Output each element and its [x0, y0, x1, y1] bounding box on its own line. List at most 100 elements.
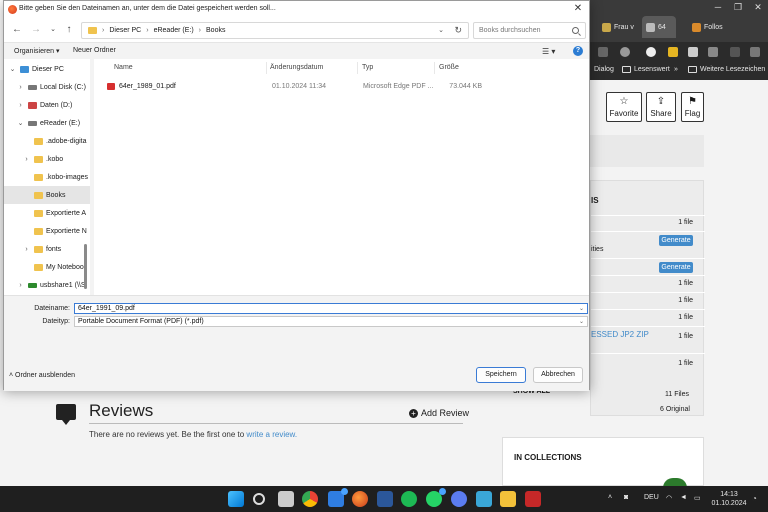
- up-icon[interactable]: ↑: [63, 24, 75, 36]
- extension-icon[interactable]: [708, 47, 718, 57]
- tree-item-folder[interactable]: › fonts: [4, 240, 90, 258]
- download-link[interactable]: ESSED JP2 ZIP: [591, 330, 649, 339]
- breadcrumb-separator-icon[interactable]: ›: [199, 27, 201, 34]
- download-row[interactable]: 1 file: [591, 275, 705, 292]
- tree-item-folder[interactable]: My Notebool: [4, 258, 90, 276]
- volume-icon[interactable]: ◄: [680, 494, 687, 501]
- tree-item-folder[interactable]: .adobe-digita: [4, 132, 90, 150]
- chevron-down-icon[interactable]: ⌄: [579, 318, 584, 325]
- messenger-icon[interactable]: [451, 491, 467, 507]
- chrome-icon[interactable]: [302, 491, 318, 507]
- column-header-date[interactable]: Änderungsdatum: [270, 64, 323, 71]
- tree-scrollbar[interactable]: [84, 244, 87, 289]
- extension-icon[interactable]: [668, 47, 678, 57]
- help-icon[interactable]: ?: [573, 46, 583, 56]
- search-icon[interactable]: [253, 493, 265, 505]
- breadcrumb-item[interactable]: eReader (E:): [154, 27, 194, 34]
- notepad-icon[interactable]: [476, 491, 492, 507]
- start-icon[interactable]: [228, 491, 244, 507]
- tree-item-books-selected[interactable]: Books: [4, 186, 90, 204]
- maximize-icon[interactable]: ❐: [728, 0, 748, 14]
- chevron-down-icon[interactable]: ⌄: [8, 65, 17, 73]
- filename-input[interactable]: 64er_1991_09.pdf ⌄: [74, 303, 588, 314]
- forward-icon[interactable]: →: [30, 24, 42, 36]
- tree-item-ereader[interactable]: ⌄ eReader (E:): [4, 114, 90, 132]
- column-divider[interactable]: [357, 62, 358, 74]
- view-options-icon[interactable]: ☰ ▾: [542, 47, 555, 56]
- browser-tab[interactable]: Frau v: [598, 16, 640, 38]
- whatsapp-icon[interactable]: [426, 488, 446, 507]
- more-icon[interactable]: [730, 47, 740, 57]
- chevron-up-icon[interactable]: ˄: [608, 494, 612, 501]
- browser-tab[interactable]: Follos: [688, 16, 728, 38]
- tree-item-folder[interactable]: Exportierte N: [4, 222, 90, 240]
- tree-item-folder[interactable]: .kobo-images: [4, 168, 90, 186]
- column-header-name[interactable]: Name: [114, 64, 133, 71]
- battery-icon[interactable]: ▭: [694, 494, 701, 502]
- chevron-right-icon[interactable]: ›: [16, 84, 25, 91]
- bookmark-folder-lesenswert[interactable]: Lesenswert: [622, 66, 670, 73]
- bookmark-dialog[interactable]: Dialog: [594, 66, 614, 73]
- save-button[interactable]: Speichern: [476, 367, 526, 383]
- download-row[interactable]: Generate ities: [591, 231, 705, 258]
- tree-item-folder[interactable]: › .kobo: [4, 150, 90, 168]
- download-row[interactable]: 1 file: [591, 215, 705, 231]
- task-view-icon[interactable]: [278, 491, 294, 507]
- breadcrumb-separator-icon[interactable]: ›: [102, 27, 104, 34]
- bookmarks-overflow-icon[interactable]: »: [674, 66, 678, 73]
- download-row[interactable]: 1 file: [591, 292, 705, 309]
- firefox-icon[interactable]: [352, 491, 368, 507]
- generate-button[interactable]: Generate: [659, 262, 693, 273]
- write-review-link[interactable]: write a review.: [246, 430, 297, 439]
- chevron-right-icon[interactable]: ›: [22, 246, 31, 253]
- chevron-down-icon[interactable]: ⌄: [438, 26, 444, 34]
- breadcrumb-separator-icon[interactable]: ›: [146, 27, 148, 34]
- close-icon[interactable]: ✕: [571, 2, 585, 16]
- tree-item-this-pc[interactable]: ⌄ Dieser PC: [4, 60, 90, 78]
- chevron-right-icon[interactable]: ›: [16, 102, 25, 109]
- chevron-down-icon[interactable]: ⌄: [579, 305, 584, 312]
- bookmark-folder-more[interactable]: Weitere Lesezeichen: [688, 66, 765, 73]
- file-explorer-icon[interactable]: [500, 491, 516, 507]
- tree-item-daten[interactable]: › Daten (D:): [4, 96, 90, 114]
- chevron-right-icon[interactable]: ›: [16, 282, 25, 289]
- back-icon[interactable]: ←: [11, 24, 23, 36]
- chevron-down-icon[interactable]: ⌄: [16, 119, 25, 127]
- new-folder-button[interactable]: Neuer Ordner: [73, 47, 116, 54]
- download-row[interactable]: 1 file: [591, 309, 705, 326]
- extension-icon[interactable]: [598, 47, 608, 57]
- cancel-button[interactable]: Abbrechen: [533, 367, 583, 383]
- add-review-button[interactable]: + Add Review: [409, 408, 469, 418]
- breadcrumb-item[interactable]: Dieser PC: [109, 27, 141, 34]
- extension-icon[interactable]: [688, 47, 698, 57]
- spotify-icon[interactable]: [401, 491, 417, 507]
- refresh-icon[interactable]: ↻: [454, 25, 462, 36]
- column-divider[interactable]: [266, 62, 267, 74]
- download-row[interactable]: 1 file: [591, 353, 705, 373]
- tree-item-local-disk[interactable]: › Local Disk (C:): [4, 78, 90, 96]
- generate-button[interactable]: Generate: [659, 235, 693, 246]
- language-indicator[interactable]: DEU: [644, 494, 659, 501]
- address-bar[interactable]: › Dieser PC › eReader (E:) › Books ⌄ ↻: [81, 22, 469, 39]
- favorite-button[interactable]: ☆ Favorite: [606, 92, 642, 122]
- share-button[interactable]: ⇪ Share: [646, 92, 676, 122]
- organize-button[interactable]: Organisieren ▾: [14, 47, 60, 55]
- notifications-icon[interactable]: ◔: [752, 494, 757, 503]
- window-close-icon[interactable]: ✕: [748, 0, 768, 14]
- hide-folders-toggle[interactable]: ˄ Ordner ausblenden: [9, 372, 75, 379]
- column-divider[interactable]: [434, 62, 435, 74]
- minimize-icon[interactable]: ─: [708, 0, 728, 14]
- search-input[interactable]: Books durchsuchen: [473, 22, 586, 39]
- chevron-right-icon[interactable]: ›: [22, 156, 31, 163]
- tray-app-icon[interactable]: ◙: [624, 494, 628, 501]
- recent-chevron-icon[interactable]: ⌄: [47, 24, 59, 36]
- profile-icon[interactable]: [620, 47, 630, 57]
- column-header-size[interactable]: Größe: [439, 64, 459, 71]
- tree-item-network-share[interactable]: › usbshare1 (\\S: [4, 276, 90, 294]
- breadcrumb-item[interactable]: Books: [206, 27, 225, 34]
- flag-button[interactable]: ⚑ Flag: [681, 92, 704, 122]
- outlook-icon[interactable]: [328, 488, 348, 507]
- word-icon[interactable]: [377, 491, 393, 507]
- menu-icon[interactable]: [750, 47, 760, 57]
- app-icon[interactable]: [525, 491, 541, 507]
